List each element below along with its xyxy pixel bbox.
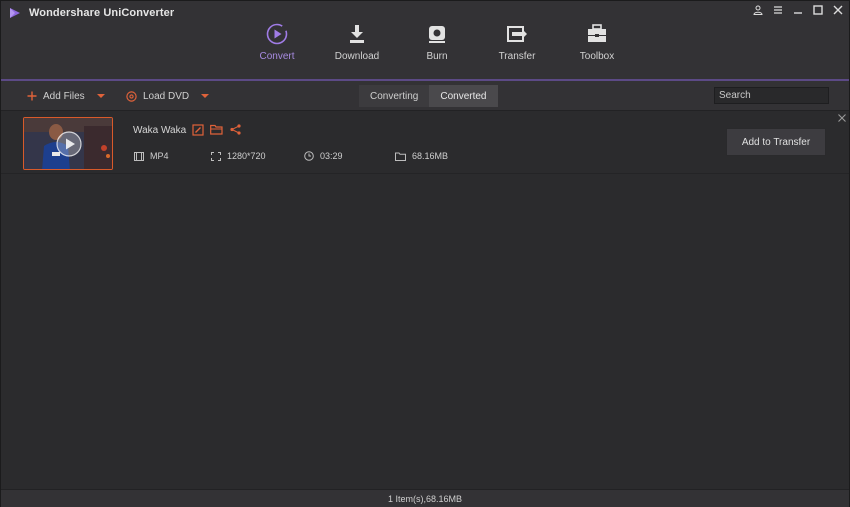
- size-info: 68.16MB: [395, 150, 448, 162]
- window-controls: [751, 3, 845, 17]
- file-actions: [191, 123, 242, 136]
- add-to-transfer-button[interactable]: Add to Transfer: [726, 128, 826, 156]
- burn-icon: [422, 19, 452, 49]
- edit-icon[interactable]: [191, 123, 204, 136]
- format-info: MP4: [134, 150, 169, 162]
- tab-download-label: Download: [334, 51, 380, 62]
- app-title: Wondershare UniConverter: [29, 7, 175, 19]
- file-duration: 03:29: [320, 151, 343, 161]
- main-nav: Convert Download Burn Transfer Toolbox: [237, 19, 637, 81]
- tab-converted[interactable]: Converted: [429, 85, 498, 107]
- file-format: MP4: [150, 151, 169, 161]
- status-bar: 1 Item(s),68.16MB: [1, 489, 849, 507]
- folder-icon[interactable]: [210, 123, 223, 136]
- film-icon: [134, 151, 144, 161]
- tab-transfer-label: Transfer: [498, 51, 536, 62]
- file-list: Waka Waka MP4 1280*720 03:29 68.16MB Add…: [1, 112, 849, 489]
- status-text: 1 Item(s),68.16MB: [387, 493, 463, 504]
- download-icon: [342, 19, 372, 49]
- tab-transfer[interactable]: Transfer: [477, 19, 557, 81]
- toolbox-icon: [582, 19, 612, 49]
- convert-icon: [262, 19, 292, 49]
- list-item: Waka Waka MP4 1280*720 03:29 68.16MB Add…: [1, 112, 849, 174]
- close-icon[interactable]: [831, 3, 845, 17]
- file-size: 68.16MB: [412, 151, 449, 161]
- file-name: Waka Waka: [133, 125, 187, 136]
- top-bar: Wondershare UniConverter Convert Downloa…: [1, 1, 849, 81]
- resolution-info: 1280*720: [211, 150, 266, 162]
- tab-toolbox-label: Toolbox: [579, 51, 615, 62]
- transfer-icon: [502, 19, 532, 49]
- add-files-label: Add Files: [43, 90, 85, 102]
- share-icon[interactable]: [229, 123, 242, 136]
- load-dvd-button[interactable]: Load DVD: [126, 89, 210, 103]
- tab-burn[interactable]: Burn: [397, 19, 477, 81]
- folder-size-icon: [395, 152, 406, 161]
- video-thumbnail[interactable]: [23, 117, 113, 170]
- add-files-dropdown-icon[interactable]: [96, 94, 105, 98]
- resolution-icon: [211, 151, 221, 161]
- play-icon[interactable]: [56, 131, 82, 157]
- menu-icon[interactable]: [771, 3, 785, 17]
- account-icon[interactable]: [751, 3, 765, 17]
- minimize-icon[interactable]: [791, 3, 805, 17]
- load-dvd-label: Load DVD: [143, 90, 190, 102]
- status-tabs: Converting Converted: [359, 85, 498, 107]
- brand: Wondershare UniConverter: [9, 5, 174, 21]
- tab-convert-label: Convert: [259, 51, 295, 62]
- tab-burn-label: Burn: [426, 51, 448, 62]
- remove-item-icon[interactable]: [837, 113, 847, 123]
- maximize-icon[interactable]: [811, 3, 825, 17]
- tab-download[interactable]: Download: [317, 19, 397, 81]
- toolbar: Add Files Load DVD Converting Converted: [1, 81, 849, 111]
- app-window: Wondershare UniConverter Convert Downloa…: [0, 0, 850, 507]
- tab-toolbox[interactable]: Toolbox: [557, 19, 637, 81]
- add-files-button[interactable]: Add Files: [27, 89, 105, 103]
- logo-icon: [10, 8, 20, 18]
- duration-info: 03:29: [304, 150, 343, 162]
- file-resolution: 1280*720: [227, 151, 266, 161]
- search-input[interactable]: [714, 87, 829, 104]
- tab-converting[interactable]: Converting: [359, 85, 430, 107]
- clock-icon: [304, 151, 314, 161]
- plus-icon: [27, 91, 37, 101]
- tab-convert[interactable]: Convert: [237, 19, 317, 81]
- dvd-icon: [126, 90, 137, 102]
- load-dvd-dropdown-icon[interactable]: [201, 94, 210, 98]
